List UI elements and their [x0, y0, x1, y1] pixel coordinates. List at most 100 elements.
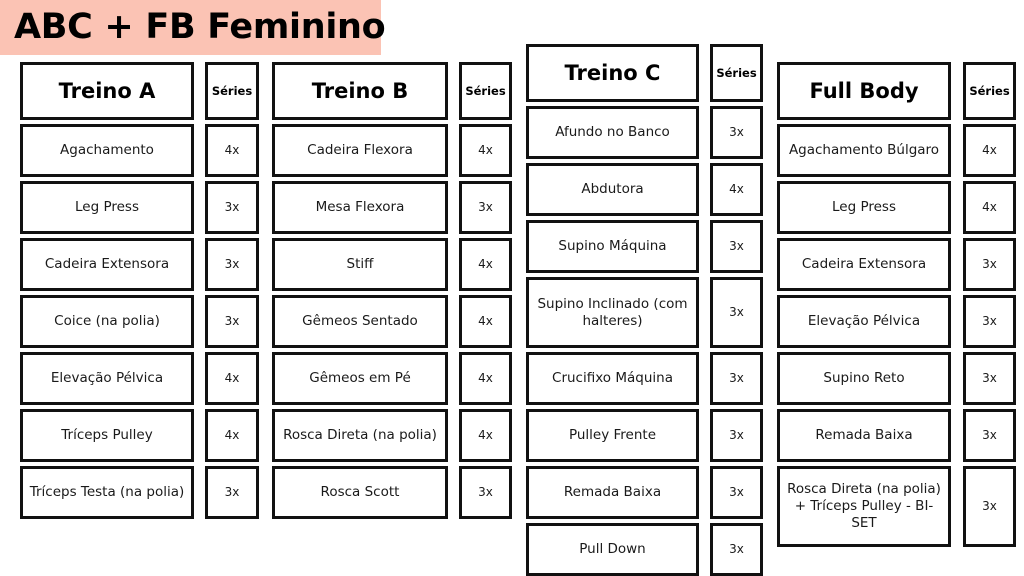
- exercise-name-cell[interactable]: Elevação Pélvica: [777, 295, 951, 348]
- sets-header-treino-b: Séries: [459, 62, 512, 120]
- exercise-name-cell[interactable]: Gêmeos Sentado: [272, 295, 448, 348]
- exercise-name-cell[interactable]: Rosca Direta (na polia) + Tríceps Pulley…: [777, 466, 951, 547]
- exercise-name-cell[interactable]: Supino Reto: [777, 352, 951, 405]
- exercise-name-cell[interactable]: Elevação Pélvica: [20, 352, 194, 405]
- exercise-name-cell[interactable]: Agachamento: [20, 124, 194, 177]
- exercise-name-cell[interactable]: Pull Down: [526, 523, 699, 576]
- exercise-sets-label: 4x: [478, 143, 493, 157]
- exercise-name-cell[interactable]: Abdutora: [526, 163, 699, 216]
- exercise-name-label: Pull Down: [579, 541, 646, 558]
- exercise-name-label: Gêmeos em Pé: [309, 370, 411, 387]
- exercise-name-label: Cadeira Extensora: [801, 256, 927, 273]
- exercise-name-cell[interactable]: Stiff: [272, 238, 448, 291]
- exercise-sets-cell[interactable]: 3x: [710, 352, 763, 405]
- exercise-sets-cell[interactable]: 4x: [963, 181, 1016, 234]
- exercise-name-label: Elevação Pélvica: [807, 313, 921, 330]
- sets-header-treino-a: Séries: [205, 62, 259, 120]
- exercise-name-cell[interactable]: Cadeira Extensora: [20, 238, 194, 291]
- exercise-name-label: Supino Reto: [823, 370, 905, 387]
- exercise-sets-cell[interactable]: 3x: [459, 181, 512, 234]
- exercise-sets-cell[interactable]: 3x: [710, 106, 763, 159]
- exercise-sets-label: 3x: [478, 200, 493, 214]
- exercise-name-label: Leg Press: [832, 199, 896, 216]
- exercise-name-label: Elevação Pélvica: [50, 370, 164, 387]
- exercise-sets-cell[interactable]: 3x: [459, 466, 512, 519]
- exercise-name-cell[interactable]: Cadeira Extensora: [777, 238, 951, 291]
- page-title: ABC + FB Feminino: [14, 7, 386, 47]
- sets-header-full-body: Séries: [963, 62, 1016, 120]
- exercise-name-label: Cadeira Extensora: [44, 256, 170, 273]
- exercise-name-cell[interactable]: Gêmeos em Pé: [272, 352, 448, 405]
- exercise-name-cell[interactable]: Leg Press: [777, 181, 951, 234]
- exercise-sets-cell[interactable]: 3x: [963, 466, 1016, 547]
- exercise-name-cell[interactable]: Pulley Frente: [526, 409, 699, 462]
- exercise-sets-cell[interactable]: 3x: [963, 409, 1016, 462]
- exercise-sets-cell[interactable]: 3x: [710, 277, 763, 348]
- exercise-sets-label: 3x: [729, 542, 744, 556]
- exercise-sets-label: 3x: [729, 428, 744, 442]
- exercise-sets-cell[interactable]: 4x: [459, 238, 512, 291]
- exercise-sets-label: 4x: [478, 371, 493, 385]
- exercise-sets-cell[interactable]: 3x: [205, 181, 259, 234]
- exercise-name-cell[interactable]: Rosca Scott: [272, 466, 448, 519]
- exercise-sets-label: 4x: [224, 371, 240, 385]
- exercise-sets-cell[interactable]: 3x: [963, 295, 1016, 348]
- exercise-name-cell[interactable]: Leg Press: [20, 181, 194, 234]
- exercise-sets-cell[interactable]: 4x: [459, 409, 512, 462]
- exercise-sets-cell[interactable]: 4x: [205, 124, 259, 177]
- exercise-sets-cell[interactable]: 4x: [459, 124, 512, 177]
- exercise-sets-label: 4x: [982, 143, 997, 157]
- exercise-name-label: Tríceps Testa (na polia): [29, 484, 185, 501]
- exercise-sets-label: 3x: [982, 257, 997, 271]
- exercise-sets-label: 4x: [478, 257, 493, 271]
- exercise-sets-cell[interactable]: 4x: [963, 124, 1016, 177]
- exercise-name-label: Rosca Direta (na polia) + Tríceps Pulley…: [787, 481, 941, 531]
- exercise-name-label: Coice (na polia): [54, 313, 160, 330]
- exercise-sets-cell[interactable]: 4x: [205, 352, 259, 405]
- exercise-name-cell[interactable]: Tríceps Testa (na polia): [20, 466, 194, 519]
- exercise-sets-cell[interactable]: 4x: [205, 409, 259, 462]
- exercise-sets-cell[interactable]: 3x: [710, 220, 763, 273]
- exercise-sets-cell[interactable]: 3x: [205, 238, 259, 291]
- exercise-name-label: Agachamento: [60, 142, 154, 159]
- exercise-name-cell[interactable]: Supino Inclinado (com halteres): [526, 277, 699, 348]
- exercise-sets-cell[interactable]: 4x: [710, 163, 763, 216]
- exercise-sets-label: 3x: [982, 371, 997, 385]
- exercise-name-label: Mesa Flexora: [315, 199, 405, 216]
- exercise-name-label: Leg Press: [75, 199, 139, 216]
- exercise-sets-cell[interactable]: 3x: [963, 238, 1016, 291]
- exercise-name-label: Supino Máquina: [558, 238, 667, 255]
- exercise-name-cell[interactable]: Coice (na polia): [20, 295, 194, 348]
- exercise-sets-cell[interactable]: 4x: [459, 352, 512, 405]
- exercise-name-cell[interactable]: Remada Baixa: [777, 409, 951, 462]
- exercise-name-cell[interactable]: Agachamento Búlgaro: [777, 124, 951, 177]
- exercise-name-label: Pulley Frente: [568, 427, 657, 444]
- exercise-name-label: Agachamento Búlgaro: [788, 142, 940, 159]
- exercise-sets-cell[interactable]: 3x: [963, 352, 1016, 405]
- exercise-sets-cell[interactable]: 3x: [205, 466, 259, 519]
- exercise-name-label: Afundo no Banco: [555, 124, 670, 141]
- exercise-sets-cell[interactable]: 3x: [710, 523, 763, 576]
- exercise-sets-cell[interactable]: 3x: [710, 466, 763, 519]
- exercise-name-label: Tríceps Pulley: [61, 427, 153, 444]
- exercise-name-label: Rosca Scott: [320, 484, 400, 501]
- exercise-name-cell[interactable]: Tríceps Pulley: [20, 409, 194, 462]
- exercise-sets-cell[interactable]: 4x: [459, 295, 512, 348]
- exercise-name-cell[interactable]: Rosca Direta (na polia): [272, 409, 448, 462]
- column-header-treino-b: Treino B: [272, 62, 448, 120]
- exercise-name-label: Abdutora: [581, 181, 644, 198]
- exercise-name-label: Stiff: [346, 256, 374, 273]
- exercise-name-label: Gêmeos Sentado: [302, 313, 418, 330]
- exercise-sets-cell[interactable]: 3x: [205, 295, 259, 348]
- exercise-name-cell[interactable]: Afundo no Banco: [526, 106, 699, 159]
- exercise-name-cell[interactable]: Crucifixo Máquina: [526, 352, 699, 405]
- exercise-name-cell[interactable]: Cadeira Flexora: [272, 124, 448, 177]
- exercise-name-label: Cadeira Flexora: [307, 142, 413, 159]
- exercise-sets-cell[interactable]: 3x: [710, 409, 763, 462]
- exercise-name-cell[interactable]: Remada Baixa: [526, 466, 699, 519]
- exercise-name-cell[interactable]: Mesa Flexora: [272, 181, 448, 234]
- exercise-name-label: Remada Baixa: [563, 484, 662, 501]
- exercise-sets-label: 4x: [224, 143, 240, 157]
- exercise-name-cell[interactable]: Supino Máquina: [526, 220, 699, 273]
- exercise-sets-label: 3x: [224, 200, 240, 214]
